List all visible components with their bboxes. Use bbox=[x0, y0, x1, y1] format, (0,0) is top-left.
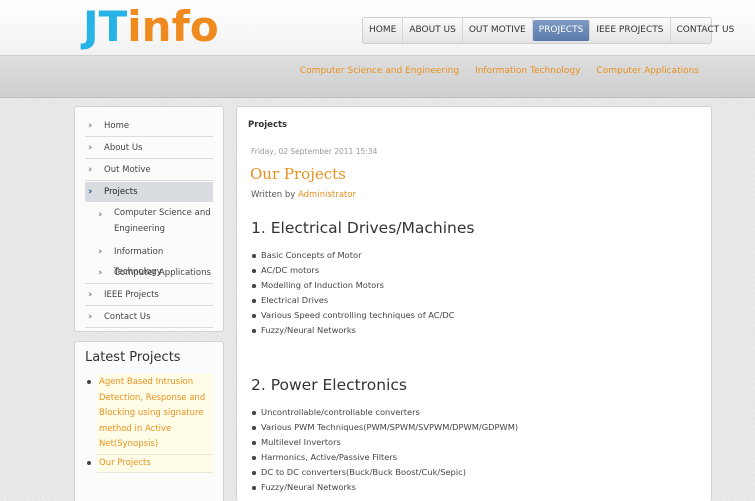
author-link[interactable]: Administrator bbox=[298, 190, 356, 200]
sidebar-item-out-motive[interactable]: ›› Out Motive bbox=[85, 160, 213, 181]
breadcrumb: Projects bbox=[248, 120, 288, 130]
list-item-text: AC/DC motors bbox=[261, 265, 320, 275]
nav-out-motive[interactable]: OUT MOTIVE bbox=[463, 18, 533, 43]
bullet-icon bbox=[252, 456, 256, 460]
bullet-icon bbox=[252, 329, 256, 333]
main-navigation: HOME ABOUT US OUT MOTIVE PROJECTS IEEE P… bbox=[362, 17, 734, 44]
chevron-right-icon: ›› bbox=[98, 210, 104, 220]
sidebar-item-label-continued: Engineering bbox=[114, 224, 165, 234]
bullet-icon bbox=[252, 426, 256, 430]
list-item-text: Electrical Drives bbox=[261, 295, 329, 305]
list-item-text: Multilevel Invertors bbox=[261, 437, 341, 447]
section-heading: 1. Electrical Drives/Machines bbox=[251, 219, 475, 237]
site-logo[interactable]: JTinfo bbox=[83, 5, 219, 49]
list-item-text: Fuzzy/Neural Networks bbox=[261, 325, 356, 335]
list-item-text: Various PWM Techniques(PWM/SPWM/SVPWM/DP… bbox=[261, 422, 519, 432]
sidebar-subitem-cse[interactable]: ›› Computer Science and Engineering bbox=[85, 203, 213, 241]
chevron-right-icon: ›› bbox=[88, 165, 94, 175]
nav-contact-us[interactable]: CONTACT US bbox=[671, 18, 741, 43]
subnav-ca[interactable]: Computer Applications bbox=[596, 66, 699, 76]
chevron-right-icon: ›› bbox=[88, 187, 94, 197]
sidebar-item-label: Projects bbox=[104, 187, 138, 197]
list-item: Various Speed controlling techniques of … bbox=[251, 308, 455, 323]
sidebar-item-projects[interactable]: ›› Projects bbox=[85, 182, 213, 202]
bullet-icon bbox=[252, 299, 256, 303]
list-item-text: Modelling of Induction Motors bbox=[261, 280, 384, 290]
bullet-icon bbox=[252, 269, 256, 273]
article-byline: Written by Administrator bbox=[251, 190, 356, 200]
list-item: Basic Concepts of Motor bbox=[251, 248, 455, 263]
logo-part-jt: JT bbox=[83, 2, 128, 51]
subnav-cse[interactable]: Computer Science and Engineering bbox=[300, 66, 459, 76]
sidebar-subitem-it[interactable]: ›› Information Technology bbox=[85, 242, 213, 277]
sidebar-item-label: IEEE Projects bbox=[104, 290, 159, 300]
list-item: Fuzzy/Neural Networks bbox=[251, 323, 455, 338]
subnav-it[interactable]: Information Technology bbox=[475, 66, 580, 76]
bullet-icon bbox=[252, 411, 256, 415]
nav-projects[interactable]: PROJECTS bbox=[532, 20, 591, 41]
chevron-right-icon: ›› bbox=[98, 268, 104, 278]
list-item: Modelling of Induction Motors bbox=[251, 278, 455, 293]
bullet-icon bbox=[252, 486, 256, 490]
nav-ieee-projects[interactable]: IEEE PROJECTS bbox=[590, 18, 671, 43]
list-item-text: DC to DC converters(Buck/Buck Boost/Cuk/… bbox=[261, 467, 466, 477]
chevron-right-icon: ›› bbox=[98, 247, 104, 257]
list-item: Various PWM Techniques(PWM/SPWM/SVPWM/DP… bbox=[251, 420, 518, 435]
bullet-icon bbox=[252, 284, 256, 288]
list-item-text: Harmonics, Active/Passive Filters bbox=[261, 452, 398, 462]
bullet-icon bbox=[252, 441, 256, 445]
logo-part-info: info bbox=[127, 2, 219, 51]
list-item: Harmonics, Active/Passive Filters bbox=[251, 450, 518, 465]
list-item: Uncontrollable/controllable converters bbox=[251, 405, 518, 420]
nav-about-us[interactable]: ABOUT US bbox=[403, 18, 463, 43]
sub-navigation: Computer Science and Engineering Informa… bbox=[300, 66, 699, 76]
list-item: Multilevel Invertors bbox=[251, 435, 518, 450]
latest-projects-box: Latest Projects Agent Based Intrusion De… bbox=[74, 341, 224, 501]
sidebar-item-label: Contact Us bbox=[104, 312, 151, 322]
nav-home[interactable]: HOME bbox=[363, 18, 404, 43]
bullet-icon bbox=[87, 460, 91, 465]
latest-project-link[interactable]: Our Projects bbox=[97, 454, 213, 473]
section-list: Uncontrollable/controllable converters V… bbox=[251, 405, 518, 495]
sidebar-item-label: Computer Applications bbox=[114, 268, 211, 278]
sidebar-menu: ›› Home ›› About Us ›› Out Motive ›› Project… bbox=[74, 106, 224, 332]
sidebar-item-home[interactable]: ›› Home bbox=[85, 116, 213, 137]
sub-navigation-bar: Computer Science and Engineering Informa… bbox=[0, 56, 755, 98]
sidebar-item-label: Home bbox=[104, 121, 130, 131]
latest-project-item[interactable]: Agent Based Intrusion Detection, Respons… bbox=[85, 374, 213, 455]
bullet-icon bbox=[252, 314, 256, 318]
main-content: Projects Friday, 02 September 2011 15:34… bbox=[236, 106, 712, 501]
list-item: Fuzzy/Neural Networks bbox=[251, 480, 518, 495]
chevron-right-icon: ›› bbox=[88, 290, 94, 300]
header-bar: JTinfo HOME ABOUT US OUT MOTIVE PROJECTS… bbox=[0, 0, 755, 56]
list-item: DC to DC converters(Buck/Buck Boost/Cuk/… bbox=[251, 465, 518, 480]
list-item-text: Uncontrollable/controllable converters bbox=[261, 407, 420, 417]
section-heading: 2. Power Electronics bbox=[251, 376, 407, 394]
sidebar-item-label: About Us bbox=[104, 143, 143, 153]
list-item-text: Fuzzy/Neural Networks bbox=[261, 482, 356, 492]
bullet-icon bbox=[87, 380, 91, 384]
page-title[interactable]: Our Projects bbox=[250, 165, 346, 183]
sidebar-item-label: Computer Science and bbox=[114, 208, 211, 218]
sidebar-item-contact-us[interactable]: ›› Contact Us bbox=[85, 307, 213, 328]
bullet-icon bbox=[252, 471, 256, 475]
sidebar-item-label: Out Motive bbox=[104, 165, 151, 175]
sidebar-item-ieee-projects[interactable]: ›› IEEE Projects bbox=[85, 285, 213, 306]
chevron-right-icon: ›› bbox=[88, 121, 94, 131]
sidebar-subitem-ca[interactable]: ›› Computer Applications bbox=[85, 263, 213, 284]
list-item: Electrical Drives bbox=[251, 293, 455, 308]
byline-label: Written by bbox=[251, 190, 296, 200]
latest-project-item[interactable]: Our Projects bbox=[85, 454, 213, 473]
article-date: Friday, 02 September 2011 15:34 bbox=[251, 147, 378, 156]
latest-project-link[interactable]: Agent Based Intrusion Detection, Respons… bbox=[97, 374, 213, 455]
chevron-right-icon: ›› bbox=[88, 312, 94, 322]
section-list: Basic Concepts of Motor AC/DC motors Mod… bbox=[251, 248, 455, 338]
latest-projects-title: Latest Projects bbox=[85, 350, 181, 365]
sidebar-item-about-us[interactable]: ›› About Us bbox=[85, 138, 213, 159]
chevron-right-icon: ›› bbox=[88, 143, 94, 153]
bullet-icon bbox=[252, 254, 256, 258]
list-item: AC/DC motors bbox=[251, 263, 455, 278]
list-item-text: Basic Concepts of Motor bbox=[261, 250, 362, 260]
list-item-text: Various Speed controlling techniques of … bbox=[261, 310, 455, 320]
